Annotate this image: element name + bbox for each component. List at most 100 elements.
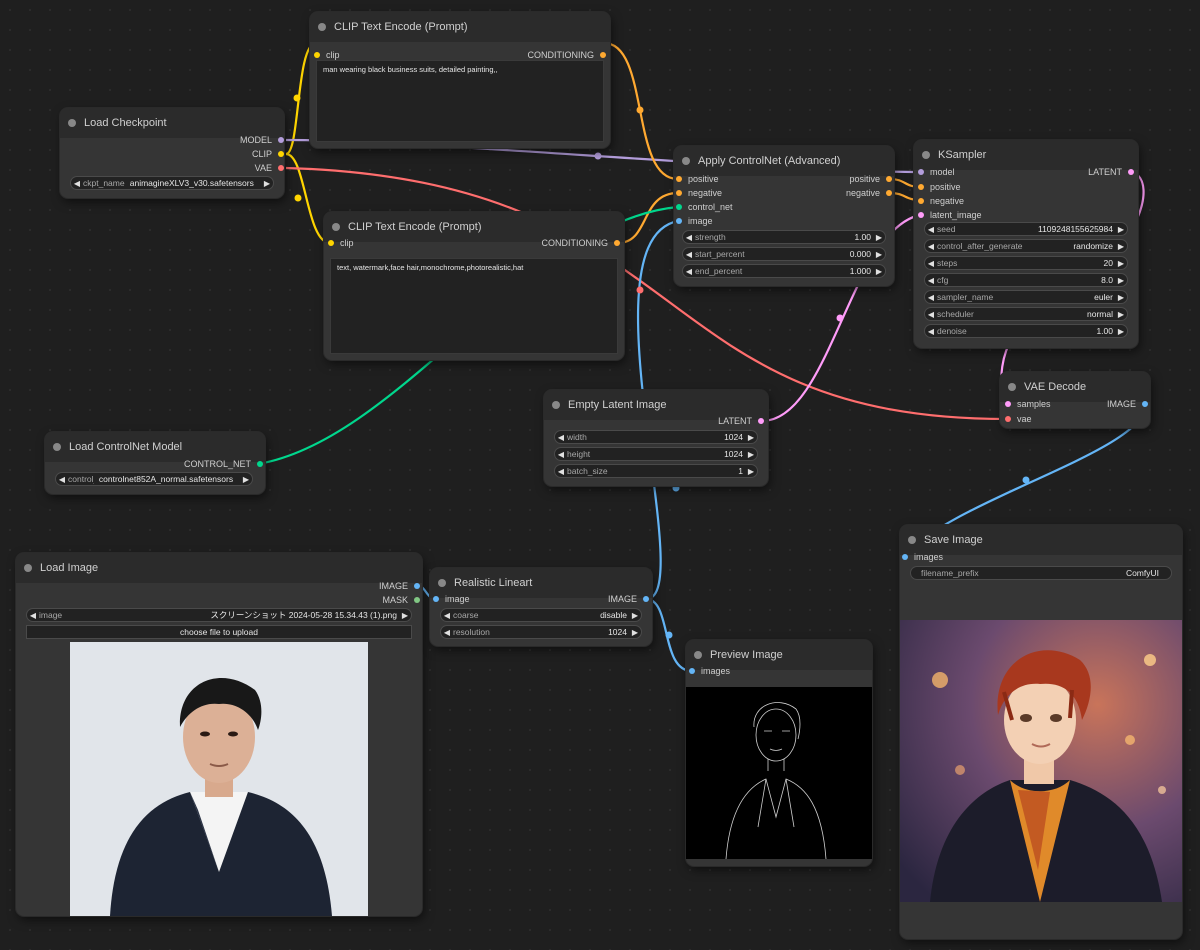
collapse-dot-icon[interactable] [1008,383,1016,391]
node-preview-image[interactable]: Preview Image images [686,640,872,866]
input-slot-samples[interactable]: samples [1005,398,1051,410]
output-slot-vae[interactable]: VAE [255,162,284,174]
scheduler-select[interactable]: ◀ scheduler normal ▶ [924,307,1128,321]
input-slot-clip[interactable]: clip [328,237,354,249]
arrow-right-icon[interactable]: ▶ [240,475,252,484]
input-slot-control-net[interactable]: control_net [676,201,733,213]
arrow-right-icon[interactable]: ▶ [1115,276,1127,285]
arrow-right-icon[interactable]: ▶ [873,267,885,276]
node-clip-text-encode-positive[interactable]: CLIP Text Encode (Prompt) clip CONDITION… [310,12,610,148]
output-slot-positive[interactable]: positive [849,173,892,185]
arrow-right-icon[interactable]: ▶ [1115,242,1127,251]
filename-prefix-field[interactable]: filename_prefix ComfyUI [910,566,1172,580]
collapse-dot-icon[interactable] [24,564,32,572]
collapse-dot-icon[interactable] [682,157,690,165]
prompt-textarea[interactable]: man wearing black business suits, detail… [316,60,604,142]
arrow-left-icon[interactable]: ◀ [925,276,937,285]
node-vae-decode[interactable]: VAE Decode samples vae IMAGE [1000,372,1150,428]
arrow-left-icon[interactable]: ◀ [925,293,937,302]
cfg-field[interactable]: ◀ cfg 8.0 ▶ [924,273,1128,287]
arrow-right-icon[interactable]: ▶ [261,179,273,188]
arrow-left-icon[interactable]: ◀ [555,450,567,459]
sampler-name-select[interactable]: ◀ sampler_name euler ▶ [924,290,1128,304]
node-ksampler[interactable]: KSampler model positive negative latent_… [914,140,1138,348]
batch-size-field[interactable]: ◀ batch_size 1 ▶ [554,464,758,478]
node-clip-text-encode-negative[interactable]: CLIP Text Encode (Prompt) clip CONDITION… [324,212,624,360]
control-net-name-select[interactable]: ◀ control_net controlnet852A_normal.safe… [55,472,253,486]
arrow-left-icon[interactable]: ◀ [441,628,453,637]
output-slot-negative[interactable]: negative [846,187,892,199]
image-select[interactable]: ◀ image スクリーンショット 2024-05-28 15.34.43 (1… [26,608,412,622]
collapse-dot-icon[interactable] [908,536,916,544]
collapse-dot-icon[interactable] [68,119,76,127]
arrow-right-icon[interactable]: ▶ [1115,327,1127,336]
output-slot-image[interactable]: IMAGE [379,580,420,592]
arrow-right-icon[interactable]: ▶ [399,611,411,620]
end-percent-slider[interactable]: ◀ end_percent 1.000 ▶ [682,264,886,278]
input-slot-images[interactable]: images [902,551,943,563]
arrow-left-icon[interactable]: ◀ [925,242,937,251]
input-slot-latent-image[interactable]: latent_image [918,209,982,221]
output-slot-image[interactable]: IMAGE [1107,398,1148,410]
output-slot-latent[interactable]: LATENT [718,415,764,427]
resolution-field[interactable]: ◀ resolution 1024 ▶ [440,625,642,639]
collapse-dot-icon[interactable] [438,579,446,587]
arrow-right-icon[interactable]: ▶ [745,450,757,459]
arrow-left-icon[interactable]: ◀ [925,259,937,268]
arrow-right-icon[interactable]: ▶ [1115,259,1127,268]
width-field[interactable]: ◀ width 1024 ▶ [554,430,758,444]
node-realistic-lineart[interactable]: Realistic Lineart image IMAGE ◀ coarse dis… [430,568,652,646]
collapse-dot-icon[interactable] [332,223,340,231]
ckpt-name-select[interactable]: ◀ ckpt_name animagineXLV3_v30.safetensor… [70,176,274,190]
collapse-dot-icon[interactable] [694,651,702,659]
output-slot-control-net[interactable]: CONTROL_NET [184,458,263,470]
node-apply-controlnet-advanced[interactable]: Apply ControlNet (Advanced) positive neg… [674,146,894,286]
arrow-right-icon[interactable]: ▶ [745,433,757,442]
arrow-right-icon[interactable]: ▶ [873,250,885,259]
collapse-dot-icon[interactable] [922,151,930,159]
arrow-left-icon[interactable]: ◀ [925,310,937,319]
input-slot-positive[interactable]: positive [918,181,961,193]
denoise-field[interactable]: ◀ denoise 1.00 ▶ [924,324,1128,338]
control-after-generate-select[interactable]: ◀ control_after_generate randomize ▶ [924,239,1128,253]
arrow-right-icon[interactable]: ▶ [1115,310,1127,319]
arrow-left-icon[interactable]: ◀ [683,267,695,276]
arrow-left-icon[interactable]: ◀ [925,225,937,234]
node-load-controlnet-model[interactable]: Load ControlNet Model CONTROL_NET ◀ cont… [45,432,265,494]
arrow-left-icon[interactable]: ◀ [555,467,567,476]
input-slot-negative[interactable]: negative [676,187,722,199]
arrow-right-icon[interactable]: ▶ [1115,293,1127,302]
choose-file-upload-button[interactable]: choose file to upload [26,625,412,639]
node-save-image[interactable]: Save Image images filename_prefix ComfyU… [900,525,1182,939]
node-title[interactable]: Apply ControlNet (Advanced) [674,146,894,176]
node-title[interactable]: Load Image [16,553,422,583]
input-slot-image[interactable]: image [433,593,470,605]
start-percent-slider[interactable]: ◀ start_percent 0.000 ▶ [682,247,886,261]
output-slot-image[interactable]: IMAGE [608,593,649,605]
steps-field[interactable]: ◀ steps 20 ▶ [924,256,1128,270]
collapse-dot-icon[interactable] [53,443,61,451]
node-load-checkpoint[interactable]: Load Checkpoint MODEL CLIP VAE ◀ ckpt_na… [60,108,284,198]
arrow-left-icon[interactable]: ◀ [925,327,937,336]
arrow-left-icon[interactable]: ◀ [71,179,83,188]
arrow-left-icon[interactable]: ◀ [555,433,567,442]
input-slot-model[interactable]: model [918,166,955,178]
arrow-left-icon[interactable]: ◀ [683,250,695,259]
arrow-right-icon[interactable]: ▶ [629,628,641,637]
arrow-left-icon[interactable]: ◀ [27,611,39,620]
collapse-dot-icon[interactable] [552,401,560,409]
input-slot-image[interactable]: image [676,215,713,227]
node-empty-latent-image[interactable]: Empty Latent Image LATENT ◀ width 1024 ▶ ◀ h… [544,390,768,486]
input-slot-vae[interactable]: vae [1005,413,1032,425]
output-slot-conditioning[interactable]: CONDITIONING [542,237,620,249]
output-slot-latent[interactable]: LATENT [1088,166,1134,178]
input-slot-images[interactable]: images [689,665,730,677]
arrow-right-icon[interactable]: ▶ [745,467,757,476]
seed-field[interactable]: ◀ seed 1109248155625984 ▶ [924,222,1128,236]
collapse-dot-icon[interactable] [318,23,326,31]
output-slot-mask[interactable]: MASK [382,594,420,606]
node-title[interactable]: CLIP Text Encode (Prompt) [310,12,610,42]
arrow-right-icon[interactable]: ▶ [1115,225,1127,234]
strength-slider[interactable]: ◀ strength 1.00 ▶ [682,230,886,244]
arrow-left-icon[interactable]: ◀ [441,611,453,620]
